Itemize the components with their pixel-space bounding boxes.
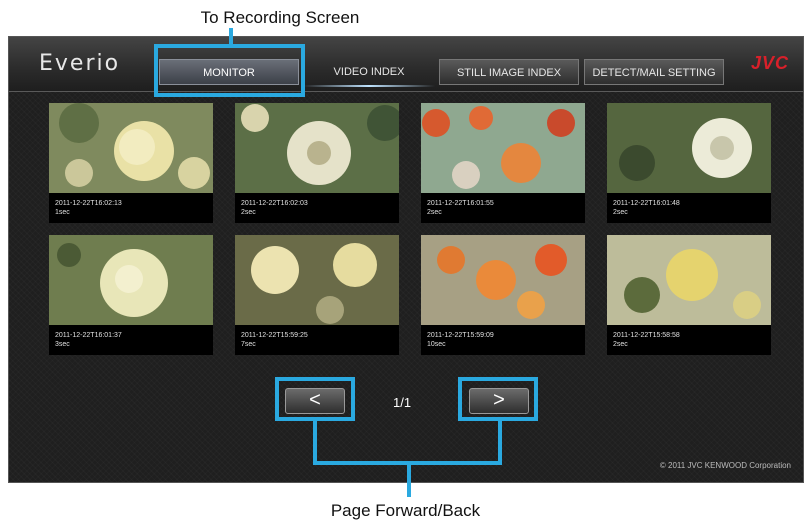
video-duration: 10sec [427, 341, 446, 348]
video-metadata: 2011-12-22T16:02:03 2sec [241, 199, 308, 217]
video-duration: 2sec [613, 341, 628, 348]
callout-connector-stem [407, 461, 411, 497]
video-thumbnail-image [49, 235, 213, 325]
video-duration: 2sec [613, 209, 628, 216]
video-timestamp: 2011-12-22T16:01:37 [55, 332, 122, 339]
video-timestamp: 2011-12-22T16:01:48 [613, 200, 680, 207]
back-highlight-box [275, 377, 355, 421]
video-duration: 7sec [241, 341, 256, 348]
everio-logo: Everio [39, 51, 121, 76]
video-metadata: 2011-12-22T16:01:37 3sec [55, 331, 122, 349]
video-thumbnail[interactable]: 2011-12-22T15:59:25 7sec [235, 235, 399, 355]
video-thumbnail-image [421, 103, 585, 193]
callout-page-forward-back: Page Forward/Back [330, 501, 481, 520]
video-thumbnail[interactable]: 2011-12-22T15:59:09 10sec [421, 235, 585, 355]
video-duration: 1sec [55, 209, 70, 216]
monitor-highlight-box [154, 44, 305, 97]
forward-highlight-box [458, 377, 538, 421]
callout-connector-top [229, 28, 233, 44]
video-metadata: 2011-12-22T16:01:48 2sec [613, 199, 680, 217]
copyright-text: © 2011 JVC KENWOOD Corporation [659, 461, 791, 470]
video-duration: 3sec [55, 341, 70, 348]
callout-connector-right [498, 421, 502, 465]
video-thumbnail-image [607, 103, 771, 193]
video-timestamp: 2011-12-22T16:02:03 [241, 200, 308, 207]
video-thumbnail-image [421, 235, 585, 325]
video-thumbnail[interactable]: 2011-12-22T16:02:03 2sec [235, 103, 399, 223]
tab-still-image-index[interactable]: STILL IMAGE INDEX [439, 59, 579, 85]
video-metadata: 2011-12-22T15:58:58 2sec [613, 331, 680, 349]
video-thumbnail[interactable]: 2011-12-22T16:01:48 2sec [607, 103, 771, 223]
callout-to-recording-screen: To Recording Screen [200, 8, 360, 27]
header-bar: Everio MONITOR VIDEO INDEX STILL IMAGE I… [9, 37, 803, 92]
tab-detect-mail-setting[interactable]: DETECT/MAIL SETTING [584, 59, 724, 85]
video-timestamp: 2011-12-22T16:01:55 [427, 200, 494, 207]
video-metadata: 2011-12-22T15:59:25 7sec [241, 331, 308, 349]
everio-web-screen: Everio MONITOR VIDEO INDEX STILL IMAGE I… [8, 36, 804, 483]
video-duration: 2sec [427, 209, 442, 216]
video-metadata: 2011-12-22T16:02:13 1sec [55, 199, 122, 217]
video-metadata: 2011-12-22T16:01:55 2sec [427, 199, 494, 217]
page-indicator: 1/1 [393, 395, 412, 410]
video-thumbnail-image [235, 235, 399, 325]
video-thumbnail-image [235, 103, 399, 193]
video-thumbnail[interactable]: 2011-12-22T16:01:37 3sec [49, 235, 213, 355]
video-duration: 2sec [241, 209, 256, 216]
video-thumbnail[interactable]: 2011-12-22T16:01:55 2sec [421, 103, 585, 223]
video-timestamp: 2011-12-22T15:58:58 [613, 332, 680, 339]
video-timestamp: 2011-12-22T16:02:13 [55, 200, 122, 207]
video-thumbnail-image [49, 103, 213, 193]
video-thumbnail-image [607, 235, 771, 325]
video-timestamp: 2011-12-22T15:59:25 [241, 332, 308, 339]
tab-video-index[interactable]: VIDEO INDEX [303, 59, 435, 87]
video-timestamp: 2011-12-22T15:59:09 [427, 332, 494, 339]
video-thumbnail[interactable]: 2011-12-22T16:02:13 1sec [49, 103, 213, 223]
video-metadata: 2011-12-22T15:59:09 10sec [427, 331, 494, 349]
video-thumbnail[interactable]: 2011-12-22T15:58:58 2sec [607, 235, 771, 355]
callout-connector-left [313, 421, 317, 465]
jvc-logo: JVC [750, 53, 789, 73]
